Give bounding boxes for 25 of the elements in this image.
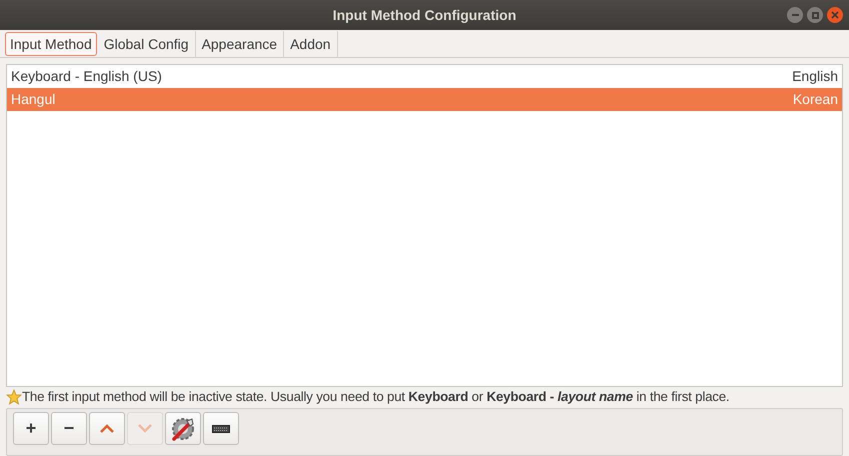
list-row[interactable]: Keyboard - English (US) English (7, 65, 842, 88)
up-button[interactable] (89, 412, 125, 445)
remove-button[interactable]: − (51, 412, 87, 445)
window-title: Input Method Configuration (332, 6, 516, 25)
chevron-down-icon (138, 424, 152, 433)
keyboard-button[interactable] (203, 412, 239, 445)
method-name: Keyboard - English (US) (11, 67, 162, 86)
minimize-button[interactable] (787, 7, 803, 23)
maximize-button[interactable] (807, 7, 823, 23)
method-name: Hangul (11, 90, 56, 109)
tab[interactable]: Input Method (5, 32, 97, 56)
wrench-gear-icon (170, 416, 196, 442)
keyboard-icon (212, 424, 230, 432)
tab[interactable]: Addon (284, 31, 338, 57)
hint-text: The first input method will be inactive state. Usually you need to put Keyboard or Keyboard - layout name in the first place. (22, 388, 730, 406)
method-language: Korean (792, 90, 838, 109)
star-icon (6, 389, 22, 405)
tab[interactable]: Appearance (196, 31, 284, 57)
close-button[interactable] (827, 7, 843, 23)
close-icon (831, 11, 839, 19)
add-button[interactable]: + (13, 412, 49, 445)
method-language: English (792, 67, 838, 86)
configure-button[interactable] (165, 412, 201, 445)
chevron-up-icon (100, 424, 114, 433)
tab[interactable]: Global Config (98, 31, 196, 57)
